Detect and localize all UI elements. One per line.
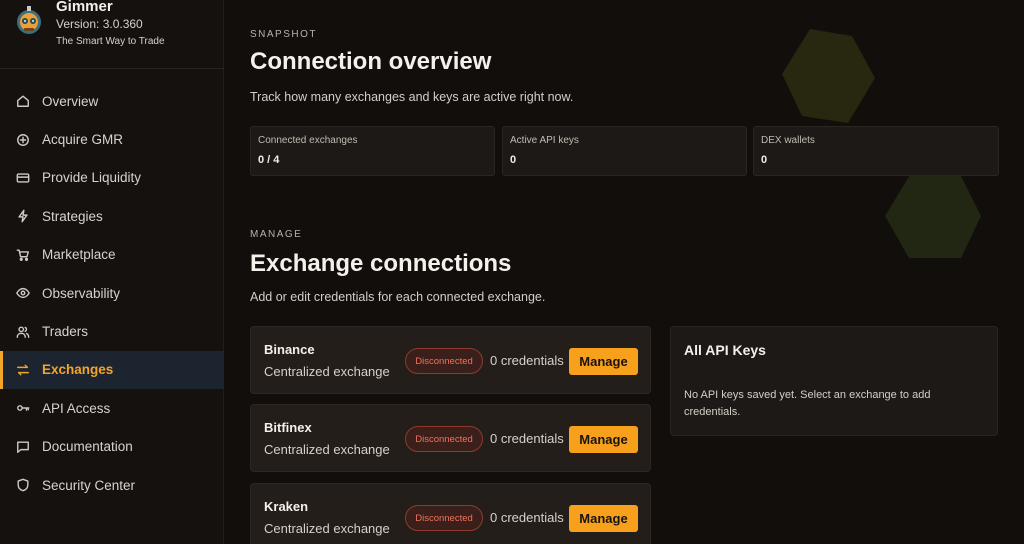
stat-value: 0 (510, 154, 517, 166)
exchange-name: Kraken (264, 499, 309, 514)
section-title: Exchange connections (250, 250, 512, 277)
cart-icon (16, 248, 30, 262)
sidebar-item-security-center[interactable]: Security Center (0, 466, 224, 504)
sidebar-item-label: Strategies (42, 208, 103, 224)
shield-icon (16, 478, 30, 492)
manage-button[interactable]: Manage (569, 426, 638, 453)
eye-icon (16, 286, 30, 300)
credentials-count: 0 credentials (490, 510, 564, 525)
sidebar-item-exchanges[interactable]: Exchanges (0, 350, 224, 390)
stat-active-api-keys: Active API keys 0 (502, 126, 747, 176)
message-square-icon (16, 440, 30, 454)
section-eyebrow: MANAGE (250, 229, 303, 240)
exchange-type: Centralized exchange (264, 442, 390, 457)
sidebar-item-marketplace[interactable]: Marketplace (0, 236, 224, 274)
exchange-type: Centralized exchange (264, 364, 390, 379)
sidebar-item-label: Documentation (42, 439, 133, 455)
section-description: Track how many exchanges and keys are ac… (250, 90, 574, 104)
api-keys-title: All API Keys (684, 342, 766, 358)
stat-label: Active API keys (510, 135, 579, 146)
app-tagline: The Smart Way to Trade (56, 36, 165, 47)
exchange-name: Binance (264, 342, 315, 357)
sidebar-item-label: API Access (42, 400, 111, 416)
sidebar: Gimmer Version: 3.0.360 The Smart Way to… (0, 0, 224, 544)
stat-dex-wallets: DEX wallets 0 (753, 126, 999, 176)
exchange-card-binance: Binance Centralized exchange Disconnecte… (250, 326, 651, 394)
sidebar-item-observability[interactable]: Observability (0, 274, 224, 312)
lightning-icon (16, 209, 30, 223)
sidebar-nav: Overview Acquire GMR Provide Liquidity S… (0, 82, 224, 504)
stat-label: Connected exchanges (258, 135, 358, 146)
api-keys-panel: All API Keys No API keys saved yet. Sele… (670, 326, 998, 436)
sidebar-item-documentation[interactable]: Documentation (0, 428, 224, 466)
credentials-count: 0 credentials (490, 353, 564, 368)
plus-circle-icon (16, 133, 30, 147)
manage-button[interactable]: Manage (569, 505, 638, 532)
wallet-icon (16, 171, 30, 185)
sidebar-item-overview[interactable]: Overview (0, 82, 224, 120)
sidebar-item-label: Overview (42, 93, 99, 109)
stat-value: 0 (761, 154, 768, 166)
api-keys-empty-message: No API keys saved yet. Select an exchang… (684, 389, 931, 418)
sidebar-item-label: Exchanges (42, 362, 114, 378)
credentials-count: 0 credentials (490, 431, 564, 446)
section-description: Add or edit credentials for each connect… (250, 290, 546, 304)
section-eyebrow: SNAPSHOT (250, 29, 318, 40)
sidebar-item-api-access[interactable]: API Access (0, 389, 224, 427)
exchange-name: Bitfinex (264, 420, 312, 435)
sidebar-item-label: Traders (42, 324, 89, 340)
manage-button[interactable]: Manage (569, 348, 638, 375)
brand-header: Gimmer Version: 3.0.360 The Smart Way to… (0, 0, 224, 69)
stat-label: DEX wallets (761, 135, 815, 146)
exchange-card-kraken: Kraken Centralized exchange Disconnected… (250, 483, 651, 544)
app-name: Gimmer (56, 0, 113, 15)
exchange-card-bitfinex: Bitfinex Centralized exchange Disconnect… (250, 404, 651, 472)
exchange-type: Centralized exchange (264, 521, 390, 536)
page-title: Connection overview (250, 48, 492, 75)
users-icon (16, 325, 30, 339)
sidebar-item-label: Observability (42, 285, 121, 301)
stat-value: 0 / 4 (258, 154, 280, 166)
home-icon (16, 94, 30, 108)
sidebar-item-provide-liquidity[interactable]: Provide Liquidity (0, 159, 224, 197)
gimmer-logo (17, 6, 41, 34)
key-icon (16, 401, 30, 415)
status-badge: Disconnected (405, 426, 483, 452)
sidebar-item-traders[interactable]: Traders (0, 312, 224, 350)
sidebar-item-label: Marketplace (42, 247, 116, 263)
sidebar-item-label: Provide Liquidity (42, 170, 142, 186)
decorative-hexagon (885, 170, 981, 258)
sidebar-item-strategies[interactable]: Strategies (0, 197, 224, 235)
status-badge: Disconnected (405, 348, 483, 374)
sidebar-item-acquire-gmr[interactable]: Acquire GMR (0, 120, 224, 158)
sidebar-item-label: Security Center (42, 477, 136, 493)
swap-arrows-icon (16, 363, 30, 377)
status-badge: Disconnected (405, 505, 483, 531)
app-version: Version: 3.0.360 (56, 17, 143, 31)
stat-connected-exchanges: Connected exchanges 0 / 4 (250, 126, 495, 176)
sidebar-item-label: Acquire GMR (42, 132, 124, 148)
decorative-hexagon (782, 29, 875, 123)
main-content: SNAPSHOT Connection overview Track how m… (225, 0, 1024, 544)
